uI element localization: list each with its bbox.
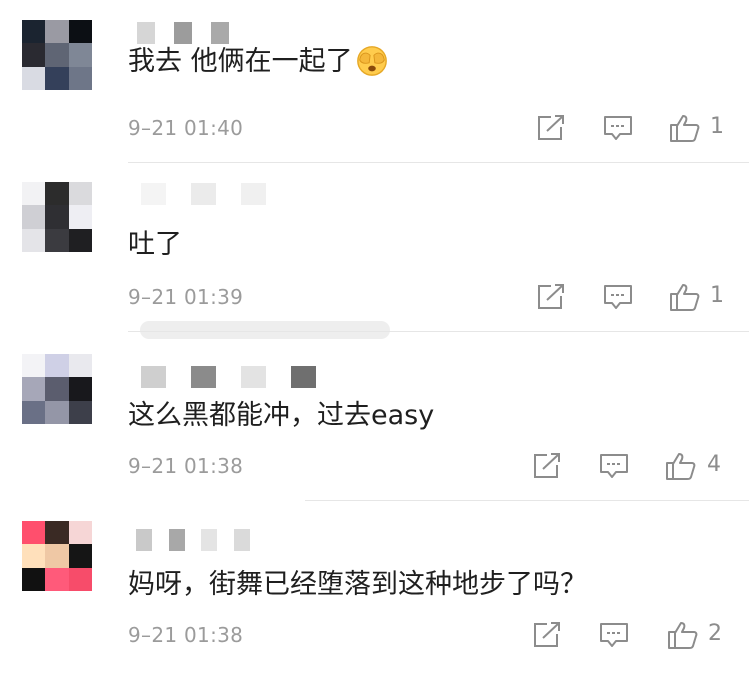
- username-blurred[interactable]: [128, 529, 258, 551]
- avatar-pixel: [45, 354, 69, 378]
- divider: [305, 500, 749, 501]
- blurred-strip: [140, 321, 390, 339]
- avatar-pixel: [45, 182, 69, 206]
- divider: [128, 331, 749, 332]
- avatar-pixel: [22, 400, 46, 424]
- username-blur-block: [191, 366, 216, 388]
- avatar[interactable]: [22, 182, 92, 252]
- comment-text: 我去 他俩在一起了: [128, 42, 389, 82]
- avatar-pixel: [45, 521, 69, 545]
- avatar-pixel: [45, 567, 69, 591]
- username-blur-block: [241, 366, 266, 388]
- username-blurred[interactable]: [128, 183, 278, 205]
- username-blur-block: [291, 366, 316, 388]
- timestamp: 9–21 01:40: [128, 116, 244, 140]
- comment-bubble-icon[interactable]: [601, 282, 635, 312]
- timestamp: 9–21 01:38: [128, 454, 244, 478]
- thumbs-up-icon[interactable]: [665, 620, 699, 650]
- avatar-pixel: [68, 377, 92, 401]
- avatar-pixel: [45, 43, 69, 67]
- username-blur-block: [211, 22, 229, 44]
- comment-item: 这么黑都能冲，过去easy 9–21 01:38 4: [0, 338, 749, 507]
- forward-icon[interactable]: [529, 451, 563, 481]
- thumbs-up-icon[interactable]: [667, 282, 701, 312]
- username-blurred[interactable]: [128, 22, 238, 44]
- forward-icon[interactable]: [533, 282, 567, 312]
- avatar[interactable]: [22, 354, 92, 424]
- avatar-pixel: [68, 228, 92, 252]
- like-count: 4: [707, 452, 721, 477]
- avatar-pixel: [22, 567, 46, 591]
- comment-bubble-icon[interactable]: [601, 113, 635, 143]
- timestamp: 9–21 01:39: [128, 285, 244, 309]
- username-blur-block: [174, 22, 192, 44]
- comment-text: 妈呀，街舞已经堕落到这种地步了吗？: [128, 569, 587, 600]
- avatar-pixel: [68, 205, 92, 229]
- avatar-pixel: [45, 400, 69, 424]
- avatar-pixel: [45, 20, 69, 44]
- username-blur-block: [137, 22, 155, 44]
- comment-bubble-icon[interactable]: [597, 451, 631, 481]
- comment-text: 这么黑都能冲，过去easy: [128, 400, 435, 431]
- avatar-pixel: [22, 228, 46, 252]
- avatar-pixel: [45, 66, 69, 90]
- username-blur-block: [141, 183, 166, 205]
- username-blur-block: [169, 529, 185, 551]
- divider: [128, 162, 749, 163]
- avatar-pixel: [68, 354, 92, 378]
- like-count: 2: [708, 621, 722, 646]
- avatar-pixel: [68, 182, 92, 206]
- avatar-pixel: [22, 20, 46, 44]
- timestamp: 9–21 01:38: [128, 623, 244, 647]
- avatar-pixel: [22, 377, 46, 401]
- comment-item: 妈呀，街舞已经堕落到这种地步了吗？ 9–21 01:38 2: [0, 507, 749, 676]
- username-blur-block: [141, 366, 166, 388]
- avatar-pixel: [68, 521, 92, 545]
- username-blur-block: [201, 529, 217, 551]
- username-blur-block: [234, 529, 250, 551]
- forward-icon[interactable]: [533, 113, 567, 143]
- avatar[interactable]: [22, 20, 92, 90]
- like-count: 1: [710, 283, 724, 308]
- username-blur-block: [136, 529, 152, 551]
- avatar-pixel: [22, 544, 46, 568]
- avatar-pixel: [22, 43, 46, 67]
- avatar[interactable]: [22, 521, 92, 591]
- thumbs-up-icon[interactable]: [667, 113, 701, 143]
- avatar-pixel: [45, 377, 69, 401]
- avatar-pixel: [45, 205, 69, 229]
- avatar-pixel: [68, 400, 92, 424]
- avatar-pixel: [68, 544, 92, 568]
- comment-item: 吐了 9–21 01:39 1: [0, 169, 749, 338]
- avatar-pixel: [22, 521, 46, 545]
- comment-text: 吐了: [128, 229, 182, 260]
- avatar-pixel: [68, 66, 92, 90]
- avatar-pixel: [45, 544, 69, 568]
- avatar-pixel: [68, 20, 92, 44]
- avatar-pixel: [22, 182, 46, 206]
- avatar-pixel: [68, 567, 92, 591]
- like-count: 1: [710, 114, 724, 139]
- thumbs-up-icon[interactable]: [663, 451, 697, 481]
- see-no-evil-face-emoji-icon: [356, 46, 387, 76]
- avatar-pixel: [45, 228, 69, 252]
- comment-item: 我去 他俩在一起了 9–21 01:40 1: [0, 0, 749, 169]
- forward-icon[interactable]: [529, 620, 563, 650]
- avatar-pixel: [68, 43, 92, 67]
- username-blur-block: [241, 183, 266, 205]
- username-blurred[interactable]: [128, 366, 328, 388]
- avatar-pixel: [22, 354, 46, 378]
- avatar-pixel: [22, 66, 46, 90]
- avatar-pixel: [22, 205, 46, 229]
- username-blur-block: [191, 183, 216, 205]
- comment-bubble-icon[interactable]: [597, 620, 631, 650]
